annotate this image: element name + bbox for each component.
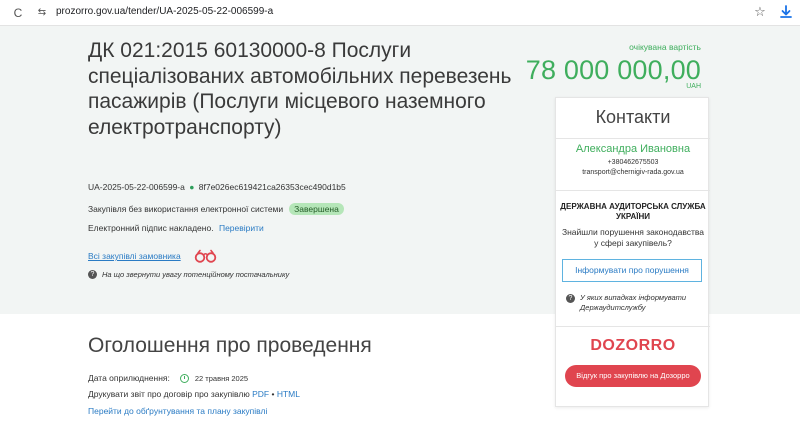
download-icon[interactable] — [778, 4, 794, 20]
tender-title: ДК 021:2015 60130000-8 Послуги спеціаліз… — [88, 39, 512, 139]
supplier-hint[interactable]: ? На що звернути увагу потенційному пост… — [88, 270, 289, 279]
contacts-panel: Контакти Александра Ивановна +3804626755… — [555, 97, 710, 407]
signature-line: Електронний підпис накладено. Перевірити — [88, 223, 264, 233]
print-report-text: Друкувати звіт про договір про закупівлю — [88, 389, 250, 399]
print-pdf-link[interactable]: PDF — [252, 389, 269, 399]
contact-email: transport@chernigiv-rada.gov.ua — [582, 169, 684, 176]
dozorro-logo: DOZORRO — [590, 337, 676, 354]
procedure-type: Закупівля без використання електронної с… — [88, 204, 284, 214]
divider — [556, 326, 710, 327]
separator-dot: ● — [189, 182, 195, 192]
audit-service-title: ДЕРЖАВНА АУДИТОРСЬКА СЛУЖБА УКРАЇНИ — [560, 202, 706, 221]
tender-identifiers: UA-2025-05-22-006599-a ● 8f7e026ec619421… — [88, 182, 346, 192]
signature-check-link[interactable]: Перевірити — [219, 223, 264, 233]
expected-value-label: очікувана вартість — [629, 42, 701, 52]
bullet: • — [271, 389, 275, 399]
audit-question: Знайшли порушення законодавства у сфері … — [561, 227, 705, 248]
all-customer-tenders-link[interactable]: Всі закупівлі замовника — [88, 251, 181, 261]
tender-id: UA-2025-05-22-006599-a — [88, 182, 185, 192]
address-bar[interactable]: prozorro.gov.ua/tender/UA-2025-05-22-006… — [56, 6, 273, 17]
divider — [556, 190, 710, 191]
print-html-link[interactable]: HTML — [277, 389, 300, 399]
procedure-type-line: Закупівля без використання електронної с… — [88, 203, 344, 215]
browser-toolbar: C ⇆ prozorro.gov.ua/tender/UA-2025-05-22… — [0, 0, 800, 26]
signature-text: Електронний підпис накладено. — [88, 223, 214, 233]
question-icon: ? — [566, 294, 575, 303]
publication-date-value: 22 травня 2025 — [194, 373, 249, 383]
audit-hint[interactable]: ? У яких випадках інформувати Держаудитс… — [566, 293, 704, 313]
bookmark-star-icon[interactable]: ☆ — [752, 4, 768, 20]
contact-phone: +380462675503 — [607, 159, 659, 166]
status-badge: Завершена — [289, 203, 344, 215]
print-report-line: Друкувати звіт про договір про закупівлю… — [88, 389, 300, 399]
expected-value-currency: UAH — [686, 83, 701, 90]
reload-icon[interactable]: C — [10, 5, 26, 21]
tender-hash: 8f7e026ec619421ca26353cec490d1b5 — [198, 182, 346, 192]
supplier-hint-text: На що звернути увагу потенційному постач… — [102, 270, 290, 279]
publication-date-line: Дата оприлюднення: 22 травня 2025 — [88, 373, 248, 383]
site-info-icon[interactable]: ⇆ — [34, 5, 50, 21]
expected-value-amount: 78 000 000,00 — [525, 55, 701, 85]
audit-hint-text: У яких випадках інформувати Держаудитслу… — [580, 293, 687, 312]
clock-icon — [179, 373, 189, 383]
divider — [556, 138, 710, 139]
announcement-title: Оголошення про проведення — [88, 334, 372, 357]
contacts-title: Контакти — [595, 107, 671, 127]
publication-date-label: Дата оприлюднення: — [88, 373, 170, 383]
dozorro-feedback-button[interactable]: Відгук про закупівлю на Дозорро — [565, 365, 701, 387]
contact-name: Александра Ивановна — [575, 143, 691, 155]
binoculars-icon[interactable] — [193, 249, 219, 263]
justification-link[interactable]: Перейти до обґрунтування та плану закупі… — [88, 406, 267, 416]
report-violation-button[interactable]: Інформувати про порушення — [562, 259, 702, 282]
question-icon: ? — [88, 270, 97, 279]
